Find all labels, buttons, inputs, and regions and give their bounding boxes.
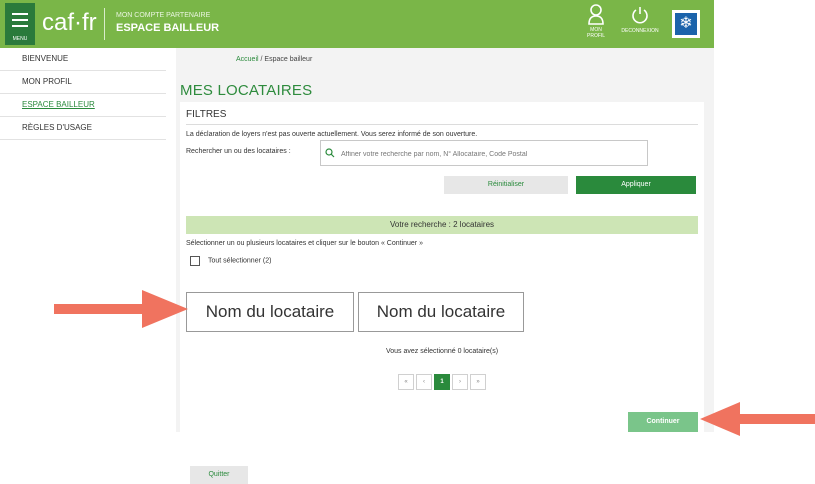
select-all-checkbox[interactable]: Tout sélectionner (2) xyxy=(190,256,271,266)
info-message: La déclaration de loyers n'est pas ouver… xyxy=(186,131,478,138)
caf-logo[interactable]: caf·fr xyxy=(42,9,97,37)
breadcrumb-home-link[interactable]: Accueil xyxy=(236,56,259,63)
continue-button[interactable]: Continuer xyxy=(628,412,698,432)
sidebar-item-espace-bailleur[interactable]: ESPACE BAILLEUR xyxy=(0,94,166,117)
header-subtitle: MON COMPTE PARTENAIRE xyxy=(116,12,211,19)
user-icon xyxy=(588,4,604,25)
divider xyxy=(186,124,698,125)
search-label: Rechercher un ou des locataires : xyxy=(186,148,291,155)
next-page-button[interactable]: › xyxy=(452,374,468,390)
power-icon xyxy=(632,7,648,24)
hamburger-bar xyxy=(12,25,28,27)
profile-button[interactable]: MON PROFIL xyxy=(584,4,608,39)
prev-page-button[interactable]: ‹ xyxy=(416,374,432,390)
quit-button[interactable]: Quitter xyxy=(190,466,248,484)
last-page-button[interactable]: » xyxy=(470,374,486,390)
tenant-card[interactable]: Nom du locataire xyxy=(186,292,354,332)
menu-label: MENU xyxy=(12,36,28,42)
securite-sociale-logo: ❄ xyxy=(672,10,700,38)
search-field[interactable] xyxy=(320,140,648,166)
sidebar-item-bienvenue[interactable]: BIENVENUE xyxy=(0,48,166,71)
filters-heading: FILTRES xyxy=(186,109,227,120)
hamburger-bar xyxy=(12,19,28,21)
filters-panel: FILTRES La déclaration de loyers n'est p… xyxy=(180,102,704,484)
reset-button[interactable]: Réinitialiser xyxy=(444,176,568,194)
sidebar: BIENVENUE MON PROFIL ESPACE BAILLEUR RÈG… xyxy=(0,48,166,140)
search-icon xyxy=(325,148,335,158)
results-summary: Votre recherche : 2 locataires xyxy=(186,216,698,234)
menu-button[interactable]: MENU xyxy=(5,3,35,45)
select-all-label: Tout sélectionner (2) xyxy=(208,257,272,265)
profile-label: MON PROFIL xyxy=(587,27,606,39)
header-title: ESPACE BAILLEUR xyxy=(116,22,220,34)
header-divider xyxy=(104,8,105,40)
top-header: MENU caf·fr MON COMPTE PARTENAIRE ESPACE… xyxy=(0,0,714,48)
search-input[interactable] xyxy=(339,147,643,161)
snowflake-icon: ❄ xyxy=(675,13,697,35)
page-1-button[interactable]: 1 xyxy=(434,374,450,390)
page-title: MES LOCATAIRES xyxy=(180,82,313,99)
arrow-left-icon xyxy=(700,402,815,436)
checkbox-icon[interactable] xyxy=(190,256,200,266)
breadcrumb: Accueil / Espace bailleur xyxy=(236,56,312,63)
breadcrumb-current: / Espace bailleur xyxy=(258,56,313,63)
logout-button[interactable]: DECONNEXION xyxy=(618,6,662,34)
apply-button[interactable]: Appliquer xyxy=(576,176,696,194)
first-page-button[interactable]: « xyxy=(398,374,414,390)
logout-label: DECONNEXION xyxy=(621,28,659,34)
hamburger-icon xyxy=(12,13,28,15)
selected-count: Vous avez sélectionné 0 locataire(s) xyxy=(385,348,499,355)
selection-hint: Sélectionner un ou plusieurs locataires … xyxy=(186,240,423,247)
pagination: «‹ 1 ›» xyxy=(398,374,488,390)
tenant-card[interactable]: Nom du locataire xyxy=(358,292,524,332)
main-content: Accueil / Espace bailleur MES LOCATAIRES… xyxy=(176,48,714,484)
arrow-right-icon xyxy=(54,290,188,328)
sidebar-item-regles-usage[interactable]: RÈGLES D'USAGE xyxy=(0,117,166,140)
sidebar-item-mon-profil[interactable]: MON PROFIL xyxy=(0,71,166,94)
